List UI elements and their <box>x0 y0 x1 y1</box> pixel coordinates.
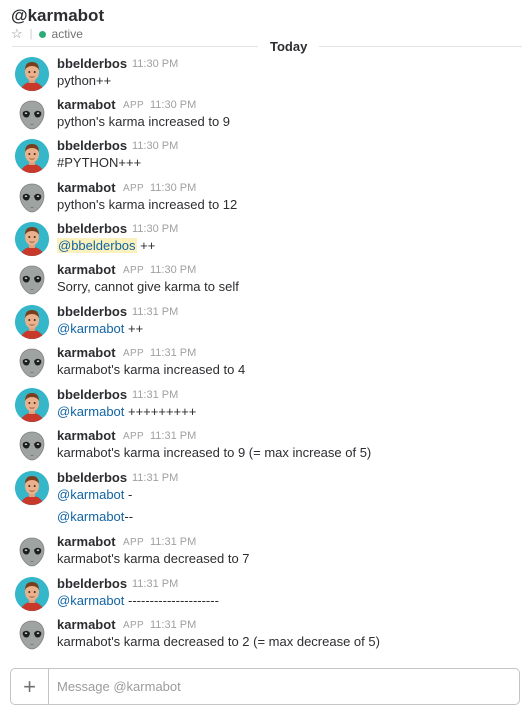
message-body: karmabot's karma decreased to 7 <box>57 551 250 566</box>
user-avatar[interactable] <box>15 139 49 173</box>
message-author[interactable]: karmabot <box>57 262 116 277</box>
bot-avatar[interactable] <box>15 429 49 463</box>
app-badge: APP <box>123 348 144 359</box>
message-author[interactable]: bbelderbos <box>57 470 127 485</box>
message-body: #PYTHON+++ <box>57 155 141 170</box>
message-text-segment: --------------------- <box>124 593 219 608</box>
message-author[interactable]: karmabot <box>57 97 116 112</box>
message-body: @bbelderbos ++ <box>57 238 155 253</box>
message-author[interactable]: bbelderbos <box>57 387 127 402</box>
message-timestamp[interactable]: 11:30 PM <box>150 99 196 111</box>
message-text-segment: ++ <box>136 238 156 253</box>
message-author[interactable]: karmabot <box>57 617 116 632</box>
star-icon[interactable]: ☆ <box>11 27 23 40</box>
message-author[interactable]: karmabot <box>57 428 116 443</box>
message-timestamp[interactable]: 11:31 PM <box>132 472 178 484</box>
message-timestamp[interactable]: 11:31 PM <box>150 536 196 548</box>
app-badge: APP <box>123 100 144 111</box>
self-mention-link[interactable]: @bbelderbos <box>57 238 137 253</box>
day-divider-label[interactable]: Today <box>258 38 320 55</box>
message-timestamp[interactable]: 11:31 PM <box>150 619 196 631</box>
app-badge: APP <box>123 431 144 442</box>
message-timestamp[interactable]: 11:31 PM <box>132 578 178 590</box>
user-mention-link[interactable]: @karmabot <box>57 404 124 419</box>
message-text-segment: karmabot's karma increased to 9 (= max i… <box>57 445 372 460</box>
message-body: @karmabot --------------------- <box>57 593 219 608</box>
message-author[interactable]: karmabot <box>57 345 116 360</box>
message-text-segment: - <box>124 487 133 502</box>
message-body: Sorry, cannot give karma to self <box>57 279 239 294</box>
channel-title[interactable]: @karmabot <box>11 6 104 26</box>
app-badge: APP <box>123 620 144 631</box>
message-body: karmabot's karma increased to 9 (= max i… <box>57 445 371 460</box>
message-timestamp[interactable]: 11:31 PM <box>150 347 196 359</box>
message-author[interactable]: bbelderbos <box>57 304 127 319</box>
bot-avatar[interactable] <box>15 98 49 132</box>
message-text-segment: +++++++++ <box>124 404 197 419</box>
message-text-segment: karmabot's karma increased to 4 <box>57 362 246 377</box>
message-body: python++ <box>57 73 111 88</box>
bot-avatar[interactable] <box>15 263 49 297</box>
message-author[interactable]: bbelderbos <box>57 138 127 153</box>
message-input[interactable] <box>57 669 497 704</box>
message-body: python's karma increased to 12 <box>57 197 237 212</box>
app-badge: APP <box>123 265 144 276</box>
message-text-segment: Sorry, cannot give karma to self <box>57 279 239 294</box>
message-text-segment: -- <box>124 509 134 524</box>
bot-avatar[interactable] <box>15 535 49 569</box>
message-body: karmabot's karma increased to 4 <box>57 362 245 377</box>
message-body: @karmabot +++++++++ <box>57 404 196 419</box>
message-body: @karmabot ++ <box>57 321 143 336</box>
plus-icon: + <box>23 673 36 699</box>
user-avatar[interactable] <box>15 57 49 91</box>
bot-avatar[interactable] <box>15 181 49 215</box>
user-avatar[interactable] <box>15 388 49 422</box>
message-text-segment: karmabot's karma decreased to 2 (= max d… <box>57 634 380 649</box>
message-timestamp[interactable]: 11:30 PM <box>132 58 178 70</box>
message-author[interactable]: bbelderbos <box>57 576 127 591</box>
message-timestamp[interactable]: 11:30 PM <box>150 182 196 194</box>
user-avatar[interactable] <box>15 577 49 611</box>
message-body: python's karma increased to 9 <box>57 114 230 129</box>
message-composer: + <box>10 668 520 705</box>
message-text-segment: ++ <box>124 321 144 336</box>
message-author[interactable]: bbelderbos <box>57 221 127 236</box>
user-mention-link[interactable]: @karmabot <box>57 487 124 502</box>
meta-separator: | <box>29 28 33 40</box>
add-attachment-button[interactable]: + <box>11 669 49 704</box>
message-text-segment: karmabot's karma decreased to 7 <box>57 551 250 566</box>
message-text-segment: python's karma increased to 12 <box>57 197 238 212</box>
user-avatar[interactable] <box>15 471 49 505</box>
bot-avatar[interactable] <box>15 346 49 380</box>
app-badge: APP <box>123 183 144 194</box>
channel-meta: ☆ | active <box>11 27 83 41</box>
message-timestamp[interactable]: 11:31 PM <box>132 306 178 318</box>
message-body-continued: @karmabot-- <box>57 509 133 524</box>
user-mention-link[interactable]: @karmabot <box>57 321 124 336</box>
bot-avatar[interactable] <box>15 618 49 652</box>
user-mention-link[interactable]: @karmabot <box>57 509 124 524</box>
message-body: karmabot's karma decreased to 2 (= max d… <box>57 634 380 649</box>
message-text-segment: python++ <box>57 73 112 88</box>
message-timestamp[interactable]: 11:30 PM <box>150 264 196 276</box>
message-author[interactable]: karmabot <box>57 534 116 549</box>
presence-dot-icon <box>38 30 46 38</box>
message-timestamp[interactable]: 11:30 PM <box>132 140 178 152</box>
message-body: @karmabot - <box>57 487 132 502</box>
message-text-segment: python's karma increased to 9 <box>57 114 231 129</box>
message-text-segment: #PYTHON+++ <box>57 155 142 170</box>
message-timestamp[interactable]: 11:30 PM <box>132 223 178 235</box>
user-avatar[interactable] <box>15 305 49 339</box>
presence-status: active <box>51 27 83 41</box>
message-timestamp[interactable]: 11:31 PM <box>132 389 178 401</box>
app-badge: APP <box>123 537 144 548</box>
user-mention-link[interactable]: @karmabot <box>57 593 124 608</box>
user-avatar[interactable] <box>15 222 49 256</box>
message-author[interactable]: karmabot <box>57 180 116 195</box>
message-author[interactable]: bbelderbos <box>57 56 127 71</box>
message-timestamp[interactable]: 11:31 PM <box>150 430 196 442</box>
